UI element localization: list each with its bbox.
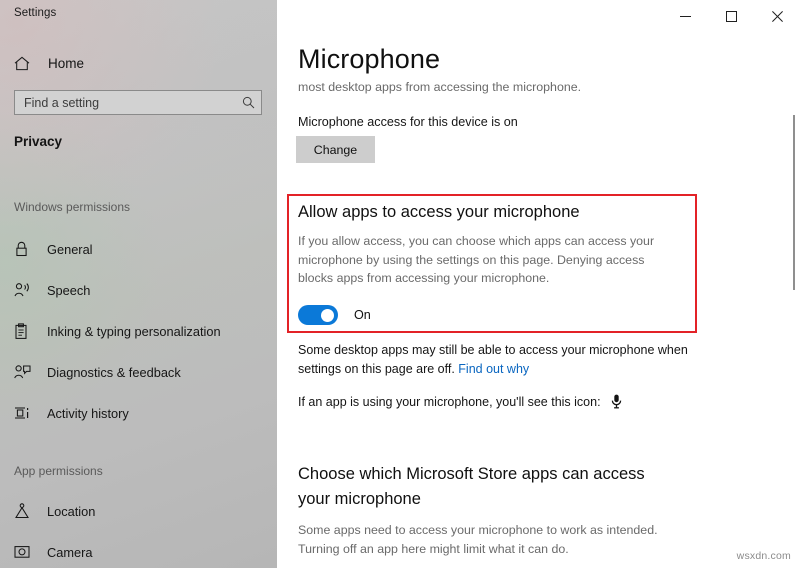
toggle-knob [321,308,334,322]
camera-icon [14,542,34,562]
page-subtitle: most desktop apps from accessing the mic… [298,80,582,94]
allow-apps-toggle-label: On [354,308,371,322]
close-button[interactable] [754,0,800,32]
main-content: Microphone most desktop apps from access… [277,0,800,568]
window-title: Settings [14,7,57,19]
sidebar-item-general-label: General [47,241,93,257]
settings-window: Settings Home Find a setting Privacy Win… [0,0,800,568]
search-input[interactable]: Find a setting [14,90,262,115]
window-controls [662,0,800,32]
sidebar-item-inking-typing-personalization[interactable]: Inking & typing personalization [0,318,277,344]
maximize-button[interactable] [708,0,754,32]
device-access-status: Microphone access for this device is on [298,115,518,129]
home-icon [14,54,36,72]
scrollbar[interactable] [788,32,800,568]
allow-apps-heading: Allow apps to access your microphone [298,203,580,221]
activity-history-icon [14,403,34,423]
person-feedback-icon [14,362,34,382]
sidebar-category-title: Privacy [14,134,63,149]
sidebar-item-camera-label: Camera [47,544,93,560]
sidebar-item-inking-typing-personalization-label: Inking & typing personalization [47,323,221,339]
scrollbar-thumb[interactable] [793,115,795,290]
sidebar-item-diagnostics-feedback-label: Diagnostics & feedback [47,364,181,380]
sidebar-item-location-label: Location [47,503,96,519]
sidebar-group-heading-windows-permissions: Windows permissions [14,200,131,214]
speech-person-icon [14,280,34,300]
sidebar: Settings Home Find a setting Privacy Win… [0,0,277,568]
sidebar-item-activity-history[interactable]: Activity history [0,400,277,426]
sidebar-item-location[interactable]: Location [0,498,277,524]
desktop-apps-note: Some desktop apps may still be able to a… [298,341,698,379]
sidebar-item-speech[interactable]: Speech [0,277,277,303]
clipboard-icon [14,321,34,341]
allow-apps-description: If you allow access, you can choose whic… [298,234,655,285]
sidebar-item-home-label: Home [48,55,85,71]
using-microphone-icon-note-text: If an app is using your microphone, you'… [298,394,601,409]
lock-icon [14,239,34,259]
store-apps-description: Some apps need to access your microphone… [298,523,658,556]
allow-apps-toggle[interactable] [298,305,338,325]
using-microphone-icon-note: If an app is using your microphone, you'… [298,394,622,409]
search-icon [241,96,255,110]
watermark: wsxdn.com [736,550,791,562]
sidebar-item-activity-history-label: Activity history [47,405,129,421]
sidebar-item-camera[interactable]: Camera [0,539,277,565]
allow-apps-toggle-row[interactable]: On [298,305,371,325]
search-placeholder: Find a setting [24,95,100,110]
sidebar-item-home[interactable]: Home [0,50,277,76]
find-out-why-link[interactable]: Find out why [458,362,529,376]
sidebar-item-diagnostics-feedback[interactable]: Diagnostics & feedback [0,359,277,385]
sidebar-item-speech-label: Speech [47,282,91,298]
page-title: Microphone [298,44,441,74]
location-pin-icon [14,501,34,521]
change-button[interactable]: Change [296,136,375,163]
sidebar-item-general[interactable]: General [0,236,277,262]
minimize-button[interactable] [662,0,708,32]
sidebar-group-heading-app-permissions: App permissions [14,464,103,478]
store-apps-heading: Choose which Microsoft Store apps can ac… [298,465,645,508]
microphone-icon [611,394,622,409]
